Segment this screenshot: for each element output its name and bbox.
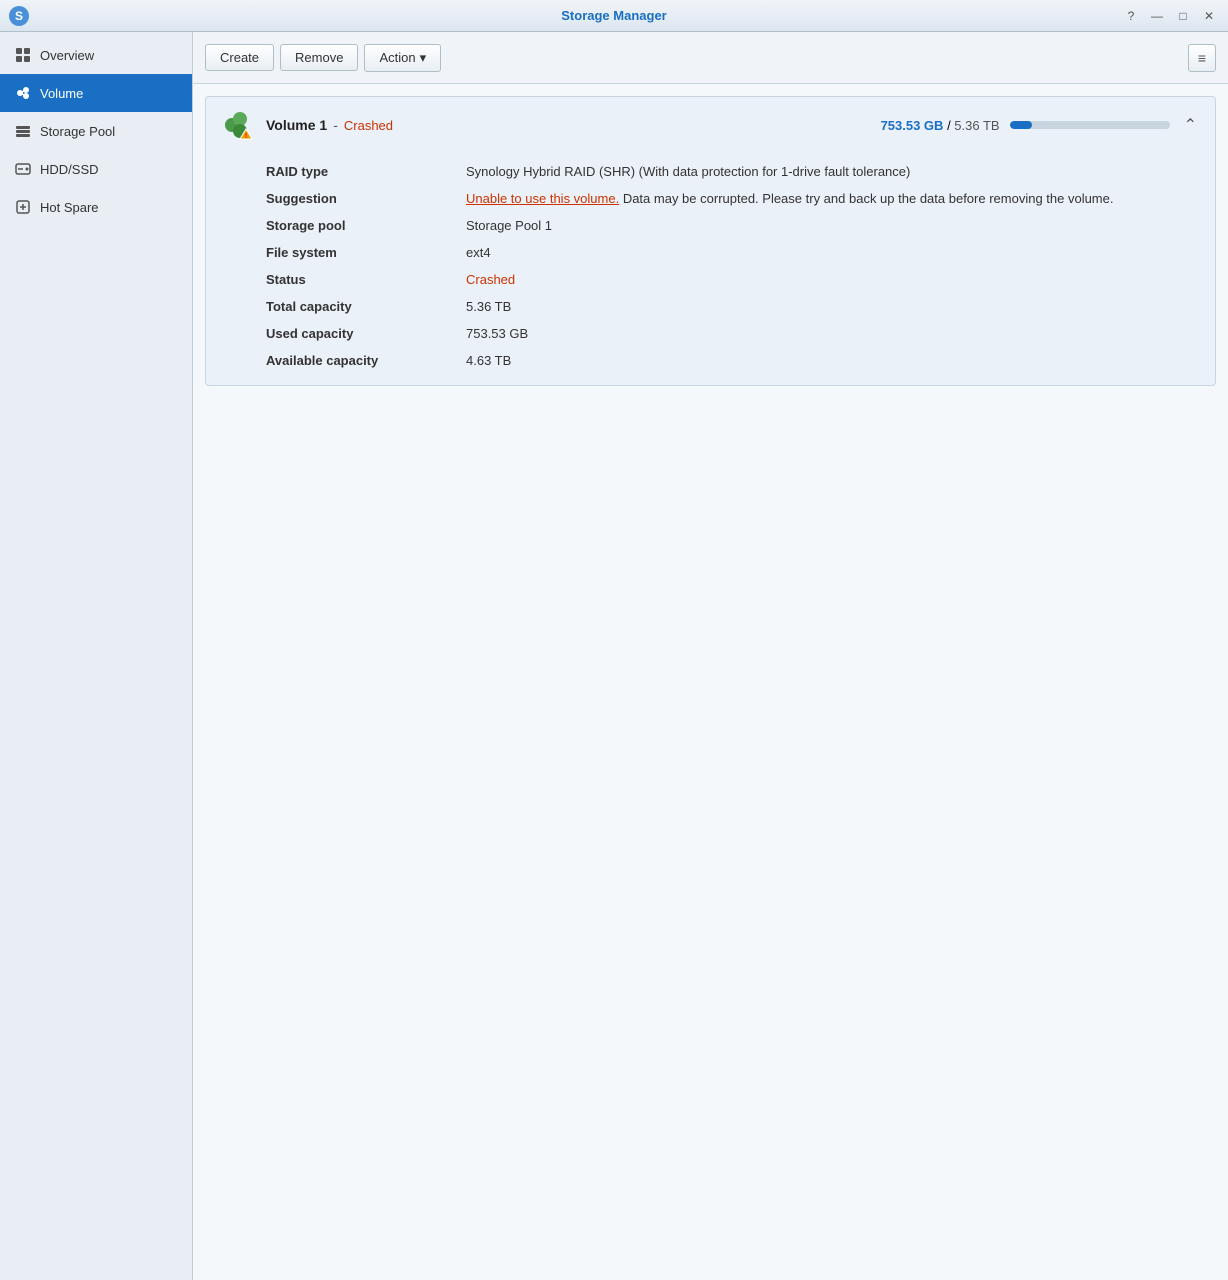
minimize-button[interactable]: — [1146, 5, 1168, 27]
collapse-button[interactable]: ⌃ [1180, 113, 1201, 137]
action-arrow: ▾ [420, 50, 427, 66]
storage-pool-label: Storage Pool [40, 124, 115, 139]
status-label: Status [266, 269, 466, 290]
app-title: Storage Manager [561, 8, 666, 23]
storage-pool-label: Storage pool [266, 215, 466, 236]
volume-icon [14, 84, 32, 102]
maximize-button[interactable]: □ [1172, 5, 1194, 27]
capacity-bar-fill [1010, 121, 1032, 129]
suggestion-rest: Data may be corrupted. Please try and ba… [619, 191, 1113, 206]
hdd-icon [14, 160, 32, 178]
create-button[interactable]: Create [205, 44, 274, 71]
used-capacity-label: Used capacity [266, 323, 466, 344]
sidebar-item-overview[interactable]: Overview [0, 36, 192, 74]
hot-spare-icon [14, 198, 32, 216]
volume-details: RAID type Synology Hybrid RAID (SHR) (Wi… [206, 153, 1215, 385]
storage-pool-icon [14, 122, 32, 140]
title-bar: S Storage Manager ? — □ ✕ [0, 0, 1228, 32]
sidebar-item-volume[interactable]: Volume [0, 74, 192, 112]
title-bar-left: S [8, 5, 30, 27]
available-capacity-value: 4.63 TB [466, 350, 1201, 371]
available-capacity-label: Available capacity [266, 350, 466, 371]
overview-label: Overview [40, 48, 94, 63]
capacity-bar [1010, 121, 1170, 129]
hdd-ssd-label: HDD/SSD [40, 162, 99, 177]
main-container: Overview Volume [0, 32, 1228, 1280]
status-value: Crashed [466, 269, 1201, 290]
volume-main-icon: ! [220, 107, 256, 143]
hot-spare-label: Hot Spare [40, 200, 99, 215]
total-capacity-label: Total capacity [266, 296, 466, 317]
sidebar-item-storage-pool[interactable]: Storage Pool [0, 112, 192, 150]
content-area: Create Remove Action ▾ ≡ [193, 32, 1228, 1280]
window-controls: ? — □ ✕ [1120, 5, 1220, 27]
view-toggle-button[interactable]: ≡ [1188, 44, 1216, 72]
file-system-label: File system [266, 242, 466, 263]
remove-button[interactable]: Remove [280, 44, 358, 71]
volume-name-status: Volume 1 - Crashed [266, 117, 393, 133]
sidebar-item-hdd-ssd[interactable]: HDD/SSD [0, 150, 192, 188]
suggestion-link[interactable]: Unable to use this volume. [466, 191, 619, 206]
total-capacity-value: 5.36 TB [466, 296, 1201, 317]
volume-name: Volume 1 [266, 117, 327, 133]
suggestion-label: Suggestion [266, 188, 466, 209]
used-capacity-value: 753.53 GB [466, 323, 1201, 344]
raid-type-value: Synology Hybrid RAID (SHR) (With data pr… [466, 161, 1201, 182]
volume-icon-wrap: ! [220, 107, 256, 143]
toolbar-left: Create Remove Action ▾ [205, 44, 441, 72]
volume-header-right: 753.53 GB / 5.36 TB ⌃ [881, 113, 1201, 137]
volume-header-left: ! Volume 1 - Crashed [220, 107, 393, 143]
sidebar-item-hot-spare[interactable]: Hot Spare [0, 188, 192, 226]
volume-header: ! Volume 1 - Crashed 753.53 GB / [206, 97, 1215, 153]
capacity-used: 753.53 GB [881, 118, 944, 133]
svg-text:S: S [15, 9, 23, 23]
raid-type-label: RAID type [266, 161, 466, 182]
action-button[interactable]: Action ▾ [364, 44, 441, 72]
volume-label: Volume [40, 86, 83, 101]
action-label: Action [379, 50, 415, 65]
volume-separator: - [333, 117, 338, 133]
close-button[interactable]: ✕ [1198, 5, 1220, 27]
app-icon: S [8, 5, 30, 27]
volume-list: ! Volume 1 - Crashed 753.53 GB / [193, 84, 1228, 1280]
suggestion-value: Unable to use this volume. Data may be c… [466, 188, 1201, 209]
toolbar-right: ≡ [1188, 44, 1216, 72]
file-system-value: ext4 [466, 242, 1201, 263]
volume-status: Crashed [344, 118, 393, 133]
svg-text:!: ! [245, 133, 247, 140]
overview-icon [14, 46, 32, 64]
toolbar: Create Remove Action ▾ ≡ [193, 32, 1228, 84]
capacity-text: 753.53 GB / 5.36 TB [881, 118, 1000, 133]
capacity-total: 5.36 TB [954, 118, 999, 133]
sidebar: Overview Volume [0, 32, 193, 1280]
volume-card: ! Volume 1 - Crashed 753.53 GB / [205, 96, 1216, 386]
storage-pool-value: Storage Pool 1 [466, 215, 1201, 236]
help-button[interactable]: ? [1120, 5, 1142, 27]
